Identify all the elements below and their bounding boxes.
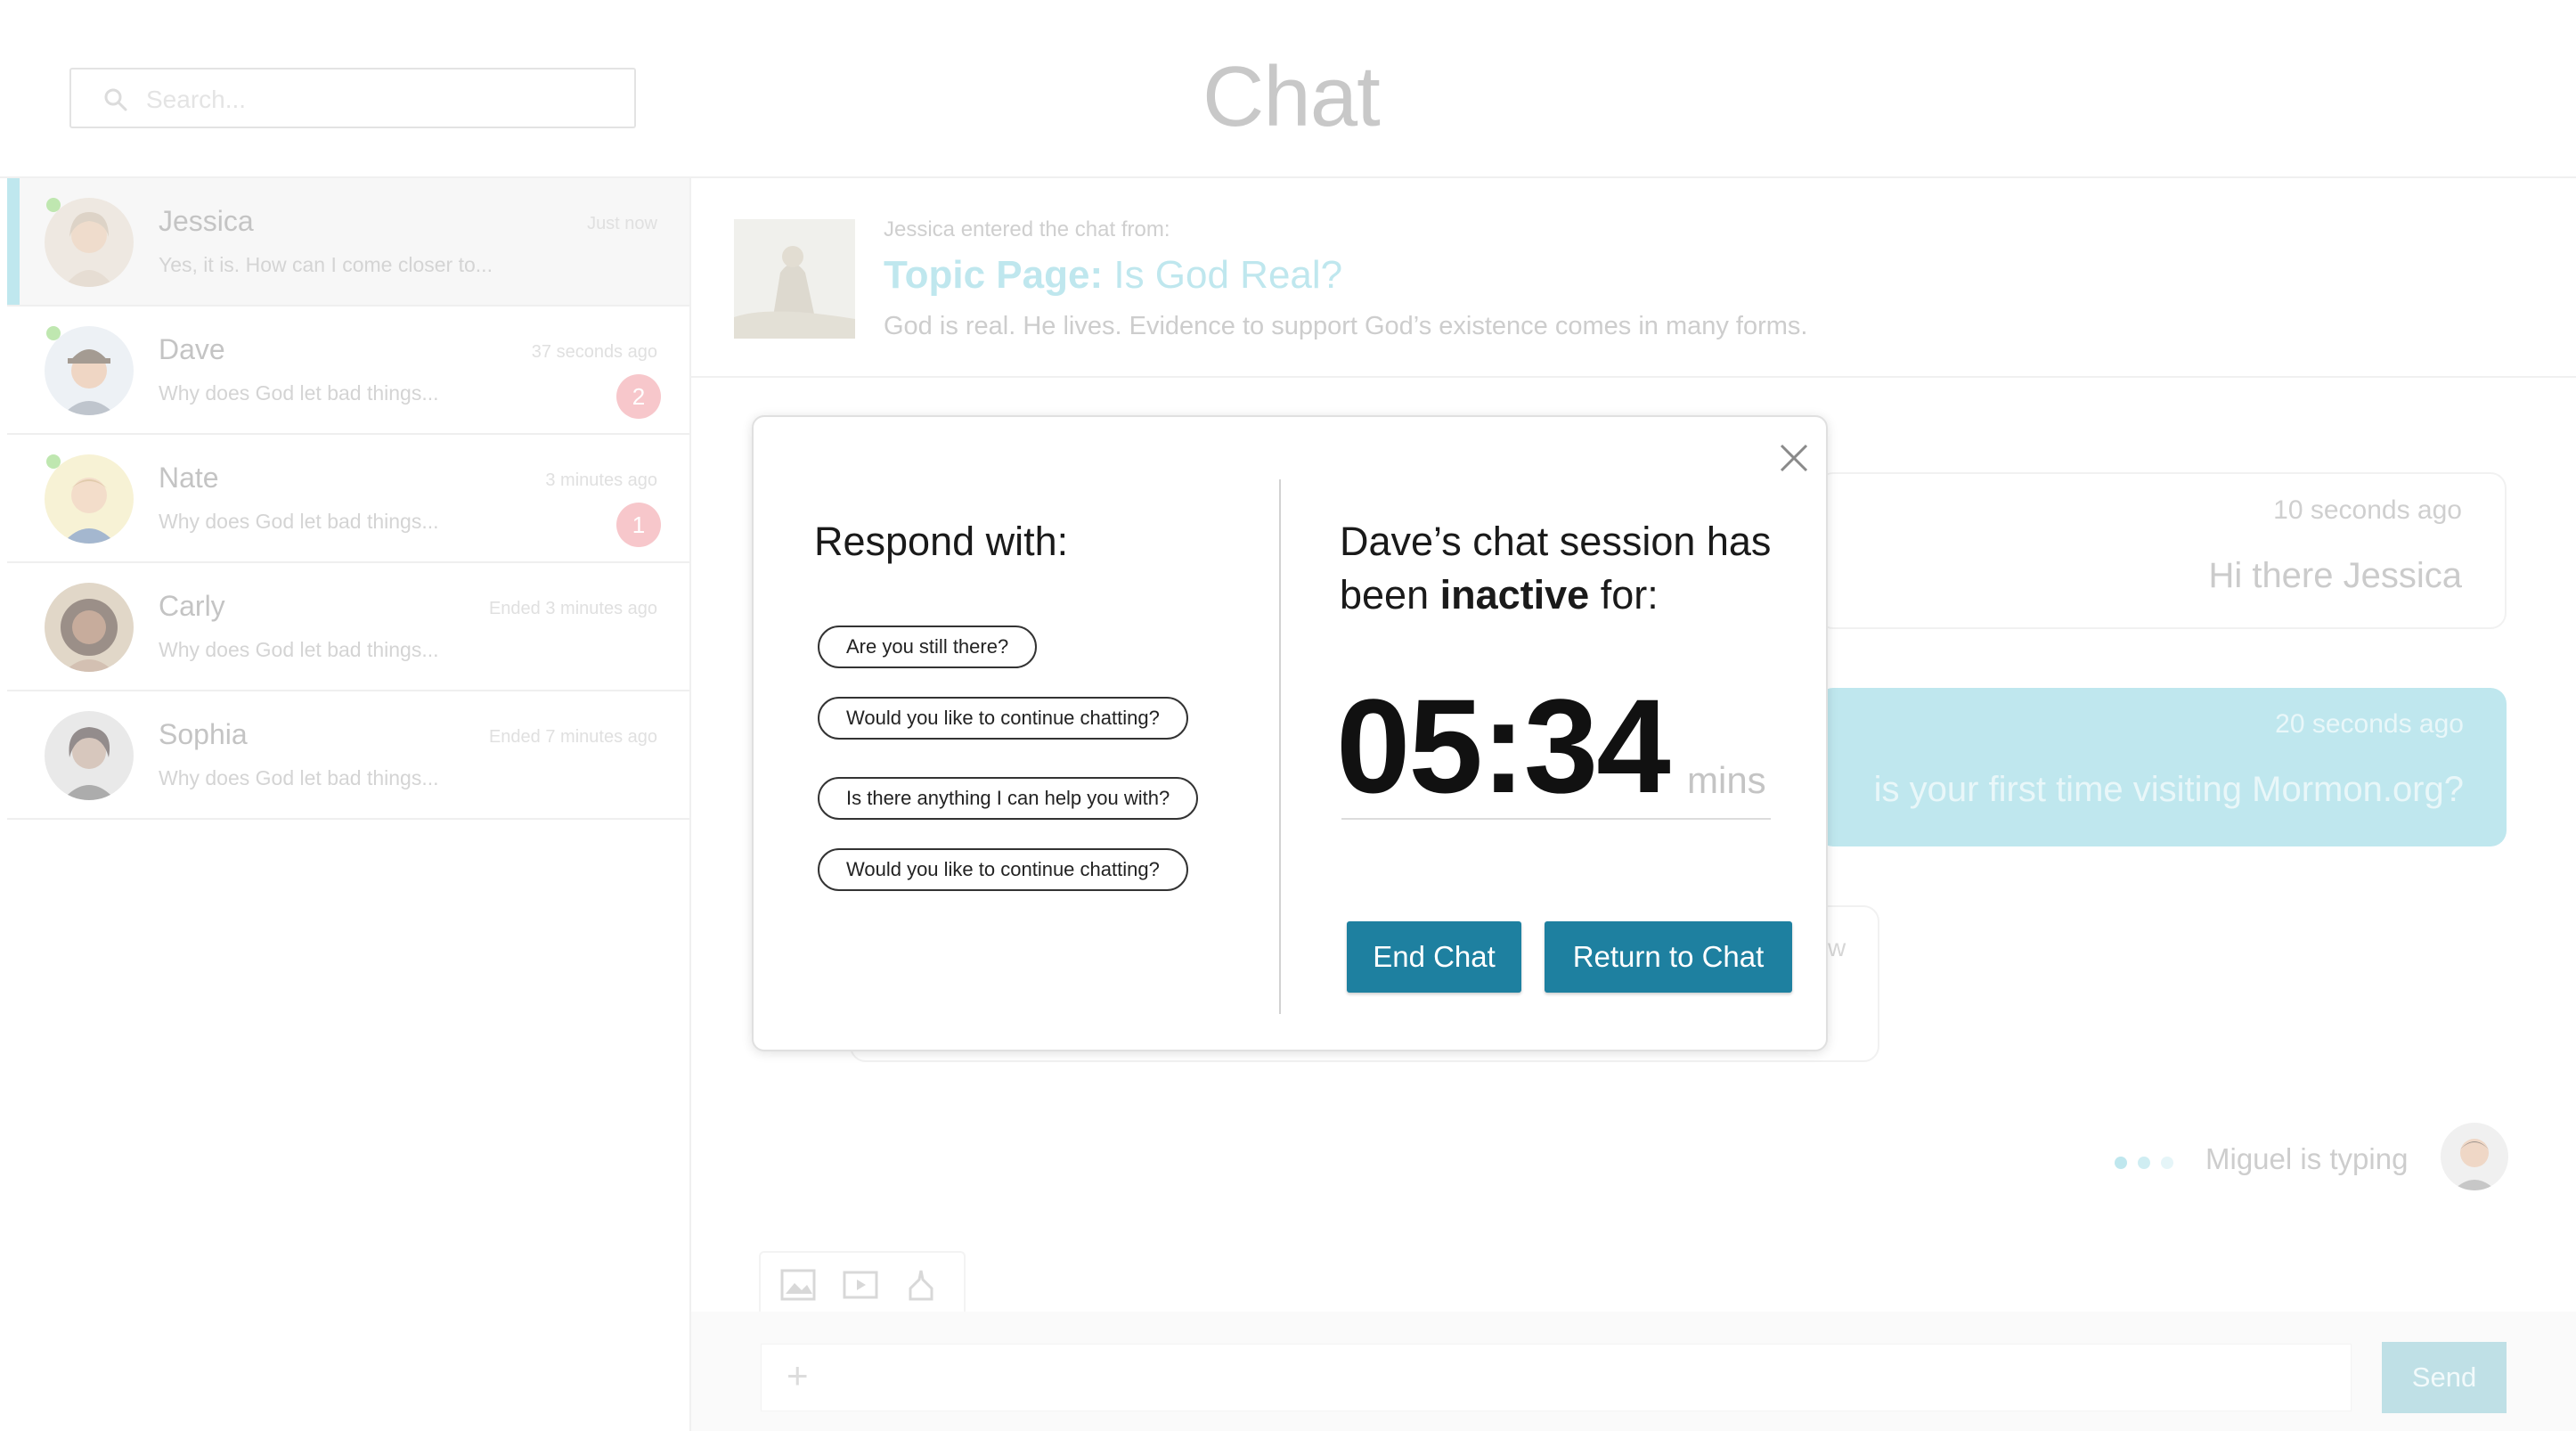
media-tray: [759, 1251, 966, 1319]
conversation-name: Carly: [159, 590, 225, 622]
avatar: [45, 583, 134, 672]
message-time: 10 seconds ago: [2273, 495, 2462, 525]
avatar: [45, 198, 134, 287]
conversation-name: Sophia: [159, 718, 248, 750]
sidebar-divider: [689, 176, 691, 1431]
conversation-time: Ended 3 minutes ago: [488, 599, 657, 618]
quick-reply-button[interactable]: Is there anything I can help you with?: [818, 777, 1199, 820]
conversation-time: Just now: [587, 214, 657, 233]
conversation-preview: Why does God let bad things...: [159, 638, 439, 661]
conversation-item-nate[interactable]: Nate Why does God let bad things... 3 mi…: [7, 435, 689, 563]
message-input[interactable]: +: [761, 1344, 2352, 1411]
quick-reply-button[interactable]: Are you still there?: [818, 626, 1038, 668]
send-button[interactable]: Send: [2382, 1342, 2507, 1413]
online-indicator: [46, 454, 61, 469]
conversation-preview: Yes, it is. How can I come closer to...: [159, 253, 493, 276]
temple-icon[interactable]: [903, 1269, 939, 1301]
message-bubble-highlighted: 20 seconds ago is your first time visiti…: [1817, 688, 2507, 846]
source-intro: Jessica entered the chat from:: [884, 217, 1170, 241]
close-icon[interactable]: [1776, 440, 1812, 476]
inactivity-modal: Respond with: Are you still there? Would…: [752, 415, 1828, 1051]
return-to-chat-button[interactable]: Return to Chat: [1545, 921, 1792, 993]
modal-divider: [1279, 479, 1281, 1014]
conversation-preview: Why does God let bad things...: [159, 381, 439, 405]
topic-prefix: Topic Page:: [884, 253, 1104, 297]
avatar: [45, 326, 134, 415]
conversation-list: Jessica Yes, it is. How can I come close…: [7, 178, 689, 820]
plus-icon[interactable]: +: [787, 1357, 809, 1394]
unread-badge: 2: [616, 374, 661, 419]
search-icon: [104, 88, 127, 111]
message-text: Hi there Jessica: [2208, 556, 2462, 595]
source-divider: [691, 376, 2576, 378]
message-bubble: 10 seconds ago Hi there Jessica: [1817, 472, 2507, 629]
conversation-time: 37 seconds ago: [531, 342, 657, 362]
video-icon[interactable]: [843, 1269, 878, 1301]
typing-label: Miguel is typing: [2205, 1142, 2409, 1175]
conversation-preview: Why does God let bad things...: [159, 766, 439, 789]
conversation-name: Nate: [159, 462, 219, 494]
topic-link[interactable]: Topic Page: Is God Real?: [884, 253, 1342, 298]
timer-unit: mins: [1687, 759, 1766, 801]
conversation-item-sophia[interactable]: Sophia Why does God let bad things... En…: [7, 691, 689, 820]
topic-description: God is real. He lives. Evidence to suppo…: [884, 312, 1808, 340]
avatar: [45, 454, 134, 544]
page-title: Chat: [1202, 49, 1381, 144]
message-partial-text: w: [1828, 934, 1846, 961]
conversation-item-carly[interactable]: Carly Why does God let bad things... End…: [7, 563, 689, 691]
respond-title: Respond with:: [814, 519, 1069, 564]
conversation-preview: Why does God let bad things...: [159, 510, 439, 533]
conversation-item-jessica[interactable]: Jessica Yes, it is. How can I come close…: [7, 178, 689, 307]
unread-badge: 1: [616, 503, 661, 547]
topic-thumbnail: [734, 219, 855, 339]
inactive-suffix: for:: [1589, 572, 1659, 617]
typing-dots: [2115, 1157, 2186, 1169]
inactivity-timer: 05:34: [1336, 671, 1671, 821]
quick-reply-button[interactable]: Would you like to continue chatting?: [818, 848, 1188, 891]
timer-underline: [1341, 818, 1771, 820]
online-indicator: [46, 198, 61, 212]
message-time: 20 seconds ago: [2275, 709, 2464, 739]
conversation-time: 3 minutes ago: [545, 470, 657, 490]
quick-reply-button[interactable]: Would you like to continue chatting?: [818, 697, 1188, 740]
end-chat-button[interactable]: End Chat: [1347, 921, 1521, 993]
search-placeholder: Search...: [146, 86, 247, 113]
conversation-name: Dave: [159, 333, 225, 365]
online-indicator: [46, 326, 61, 340]
inactive-message: Dave’s chat session has been inactive fo…: [1340, 515, 1803, 622]
message-text: is your first time visiting Mormon.org?: [1873, 770, 2464, 809]
avatar: [2441, 1123, 2508, 1190]
conversation-item-dave[interactable]: Dave Why does God let bad things... 37 s…: [7, 307, 689, 435]
inactive-word: inactive: [1439, 572, 1590, 617]
topic-title: Is God Real?: [1113, 253, 1343, 297]
conversation-time: Ended 7 minutes ago: [488, 727, 657, 747]
avatar: [45, 711, 134, 800]
conversation-name: Jessica: [159, 205, 254, 237]
search-input[interactable]: Search...: [69, 68, 636, 128]
image-icon[interactable]: [780, 1269, 816, 1301]
